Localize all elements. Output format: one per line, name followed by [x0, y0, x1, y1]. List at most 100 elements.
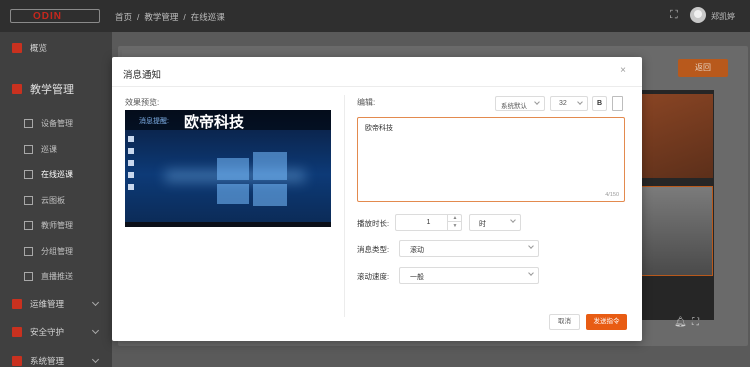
- chevron-down-icon: [528, 270, 534, 276]
- preview-tag: 消息提醒:: [139, 118, 169, 125]
- decrement-icon[interactable]: ▼: [448, 222, 462, 230]
- duration-value: 1: [426, 219, 431, 226]
- sidebar-item-devices[interactable]: 设备管理: [0, 110, 112, 136]
- message-text: 欧帝科技: [365, 125, 393, 132]
- preview-message-bar: 消息提醒: 欧帝科技: [125, 110, 331, 131]
- sidebar-group-teaching[interactable]: 教学管理: [0, 76, 112, 102]
- desktop-icon: [128, 184, 134, 190]
- logo-text: ODIN: [33, 11, 62, 22]
- font-family-select[interactable]: 系统默认: [495, 96, 545, 111]
- chevron-down-icon: [528, 243, 534, 249]
- duration-stepper[interactable]: ▲ ▼: [447, 214, 462, 231]
- sidebar-label: 系统管理: [30, 356, 65, 366]
- settings-icon: [12, 356, 22, 366]
- message-type-value: 滚动: [410, 247, 424, 254]
- sidebar-item-overview[interactable]: 概览: [0, 35, 112, 61]
- back-button[interactable]: 返回: [678, 59, 728, 77]
- board-icon: [24, 195, 33, 205]
- type-label: 消息类型:: [357, 245, 390, 254]
- sidebar-label: 设备管理: [41, 118, 73, 128]
- increment-icon[interactable]: ▲: [448, 214, 462, 222]
- font-family-value: 系统默认: [501, 103, 527, 110]
- chart-icon: [12, 43, 22, 53]
- sidebar-label: 安全守护: [30, 327, 65, 337]
- sidebar-label: 分组管理: [41, 246, 73, 256]
- dialog-divider: [344, 95, 345, 317]
- desktop-icon: [128, 136, 134, 142]
- sidebar-label: 云图板: [41, 195, 65, 205]
- font-size-value: 32: [559, 100, 567, 107]
- preview-screen: 消息提醒: 欧帝科技: [125, 110, 331, 227]
- logo[interactable]: ODIN: [10, 9, 100, 23]
- teacher-icon: [24, 220, 33, 230]
- sidebar-label: 直播推送: [41, 271, 73, 281]
- preview-message: 欧帝科技: [184, 114, 245, 131]
- top-bar: ODIN 首页 / 教学管理 / 在线巡课 ⛶ 郑凯婷: [0, 0, 750, 32]
- preview-label: 效果预览:: [125, 98, 160, 107]
- breadcrumb-current: 在线巡课: [190, 12, 225, 22]
- sidebar-group-system[interactable]: 系统管理: [0, 348, 112, 367]
- sidebar-item-live-push[interactable]: 直播推送: [0, 263, 112, 289]
- patrol-icon: [24, 144, 33, 154]
- desktop-icon: [128, 172, 134, 178]
- sidebar-item-teachers[interactable]: 教师管理: [0, 212, 112, 238]
- sidebar: 概览 教学管理 设备管理 巡课 在线巡课 云图板 教师管理 分组管理 直播推送 …: [0, 32, 112, 367]
- windows-logo: [217, 150, 287, 206]
- sidebar-group-ops[interactable]: 运维管理: [0, 291, 112, 317]
- dialog-title: 消息通知: [123, 70, 162, 81]
- color-picker[interactable]: [612, 96, 623, 111]
- video-thumbnail[interactable]: [636, 94, 713, 178]
- sidebar-item-groups[interactable]: 分组管理: [0, 238, 112, 264]
- breadcrumb-home[interactable]: 首页: [115, 12, 132, 22]
- cancel-button[interactable]: 取消: [549, 314, 580, 330]
- chevron-down-icon: [91, 355, 100, 364]
- sidebar-label: 教师管理: [41, 220, 73, 230]
- sidebar-label: 运维管理: [30, 299, 65, 309]
- fullscreen-icon[interactable]: ⛶: [670, 9, 682, 21]
- people-icon: [24, 169, 33, 179]
- speed-label: 滚动速度:: [357, 272, 390, 281]
- bell-icon[interactable]: 🔔︎: [674, 317, 687, 328]
- sidebar-item-cloud-board[interactable]: 云图板: [0, 187, 112, 213]
- desktop-icon: [128, 160, 134, 166]
- sidebar-label: 教学管理: [30, 84, 74, 96]
- font-size-select[interactable]: 32: [550, 96, 588, 111]
- ops-icon: [12, 299, 22, 309]
- sidebar-label: 概览: [30, 43, 48, 53]
- chevron-down-icon: [91, 298, 100, 307]
- sidebar-item-patrol[interactable]: 巡课: [0, 136, 112, 162]
- avatar[interactable]: [690, 7, 706, 23]
- message-editor[interactable]: 欧帝科技 4/150: [357, 117, 625, 202]
- chevron-down-icon: [510, 217, 516, 223]
- sidebar-group-security[interactable]: 安全守护: [0, 319, 112, 345]
- scroll-speed-select[interactable]: 一般: [399, 267, 539, 284]
- sidebar-item-online-patrol[interactable]: 在线巡课: [0, 161, 112, 187]
- expand-icon[interactable]: ⛶: [692, 317, 699, 328]
- bold-button[interactable]: B: [592, 96, 607, 111]
- duration-unit-value: 时: [479, 221, 486, 228]
- duration-unit-select[interactable]: 时: [469, 214, 521, 231]
- chevron-down-icon: [534, 99, 540, 105]
- video-thumbnail-selected[interactable]: [636, 186, 713, 276]
- monitor-icon: [12, 84, 22, 94]
- sidebar-label: 巡课: [41, 144, 57, 154]
- duration-label: 播放时长:: [357, 219, 390, 228]
- breadcrumb-teaching[interactable]: 教学管理: [144, 12, 178, 22]
- close-icon[interactable]: ×: [618, 66, 628, 76]
- username[interactable]: 郑凯婷: [711, 11, 735, 22]
- dialog-header: 消息通知 ×: [112, 57, 642, 87]
- send-command-button[interactable]: 发送指令: [586, 314, 627, 330]
- breadcrumb: 首页 / 教学管理 / 在线巡课: [115, 12, 225, 22]
- chevron-down-icon: [577, 99, 583, 105]
- message-dialog: 消息通知 × 效果预览: 消息提醒: 欧帝科技 编辑: 系统默认 32 B 欧帝…: [112, 57, 642, 341]
- preview-taskbar: [125, 222, 331, 227]
- sidebar-label: 在线巡课: [41, 169, 73, 179]
- message-type-select[interactable]: 滚动: [399, 240, 539, 257]
- scroll-speed-value: 一般: [410, 274, 424, 281]
- group-icon: [24, 246, 33, 256]
- char-counter: 4/150: [605, 192, 619, 198]
- edit-label: 编辑:: [357, 98, 376, 107]
- shield-icon: [12, 327, 22, 337]
- desktop-icon: [128, 148, 134, 154]
- device-icon: [24, 118, 33, 128]
